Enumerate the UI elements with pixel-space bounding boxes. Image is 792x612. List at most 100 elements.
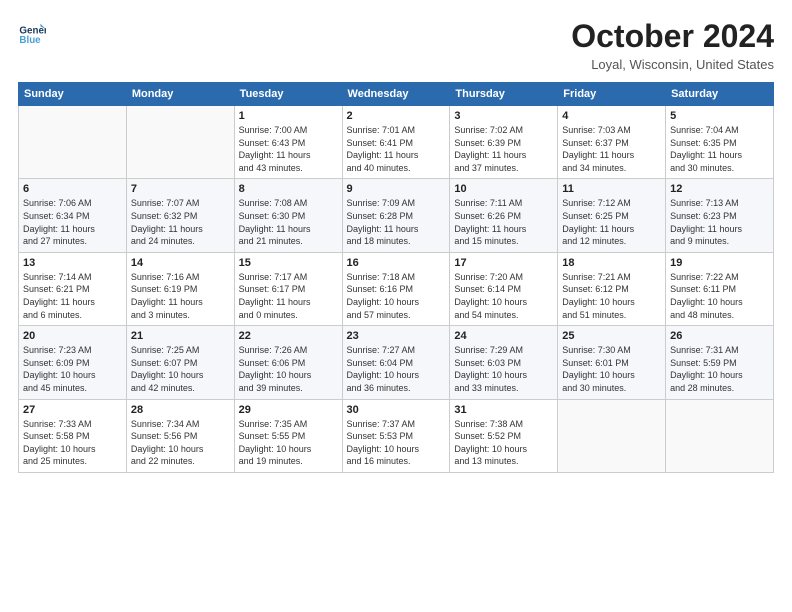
day-number: 13	[23, 257, 122, 269]
location: Loyal, Wisconsin, United States	[571, 57, 774, 72]
day-number: 6	[23, 183, 122, 195]
calendar-cell: 28 Sunrise: 7:34 AM Sunset: 5:56 PM Dayli…	[126, 399, 234, 472]
day-number: 3	[454, 110, 553, 122]
day-number: 16	[347, 257, 446, 269]
day-number: 27	[23, 404, 122, 416]
day-info: Sunrise: 7:06 AM Sunset: 6:34 PM Dayligh…	[23, 197, 122, 247]
calendar-cell	[666, 399, 774, 472]
page: General Blue October 2024 Loyal, Wiscons…	[0, 0, 792, 612]
day-number: 15	[239, 257, 338, 269]
calendar-cell: 9 Sunrise: 7:09 AM Sunset: 6:28 PM Daylig…	[342, 179, 450, 252]
day-number: 7	[131, 183, 230, 195]
day-info: Sunrise: 7:01 AM Sunset: 6:41 PM Dayligh…	[347, 124, 446, 174]
calendar-cell: 31Sunrise: 7:38 AM Sunset: 5:52 PM Dayli…	[450, 399, 558, 472]
calendar-cell: 17Sunrise: 7:20 AM Sunset: 6:14 PM Dayli…	[450, 252, 558, 325]
day-info: Sunrise: 7:02 AM Sunset: 6:39 PM Dayligh…	[454, 124, 553, 174]
week-row-5: 27 Sunrise: 7:33 AM Sunset: 5:58 PM Dayli…	[19, 399, 774, 472]
day-info: Sunrise: 7:12 AM Sunset: 6:25 PM Dayligh…	[562, 197, 661, 247]
day-info: Sunrise: 7:33 AM Sunset: 5:58 PM Dayligh…	[23, 418, 122, 468]
calendar-cell: 18 Sunrise: 7:21 AM Sunset: 6:12 PM Dayli…	[558, 252, 666, 325]
day-number: 11	[562, 183, 661, 195]
day-info: Sunrise: 7:35 AM Sunset: 5:55 PM Dayligh…	[239, 418, 338, 468]
day-number: 19	[670, 257, 769, 269]
day-info: Sunrise: 7:18 AM Sunset: 6:16 PM Dayligh…	[347, 271, 446, 321]
day-number: 4	[562, 110, 661, 122]
day-number: 28	[131, 404, 230, 416]
calendar-cell: 20 Sunrise: 7:23 AM Sunset: 6:09 PM Dayli…	[19, 326, 127, 399]
day-number: 9	[347, 183, 446, 195]
calendar-cell: 13Sunrise: 7:14 AM Sunset: 6:21 PM Dayli…	[19, 252, 127, 325]
logo-icon: General Blue	[18, 18, 46, 46]
calendar-cell: 5 Sunrise: 7:04 AM Sunset: 6:35 PM Daylig…	[666, 106, 774, 179]
weekday-header-row: SundayMondayTuesdayWednesdayThursdayFrid…	[19, 83, 774, 106]
day-number: 10	[454, 183, 553, 195]
calendar-cell: 24 Sunrise: 7:29 AM Sunset: 6:03 PM Dayli…	[450, 326, 558, 399]
day-info: Sunrise: 7:11 AM Sunset: 6:26 PM Dayligh…	[454, 197, 553, 247]
calendar-cell: 22Sunrise: 7:26 AM Sunset: 6:06 PM Dayli…	[234, 326, 342, 399]
svg-text:Blue: Blue	[19, 35, 41, 46]
week-row-3: 13Sunrise: 7:14 AM Sunset: 6:21 PM Dayli…	[19, 252, 774, 325]
day-number: 30	[347, 404, 446, 416]
day-number: 31	[454, 404, 553, 416]
weekday-header-wednesday: Wednesday	[342, 83, 450, 106]
weekday-header-monday: Monday	[126, 83, 234, 106]
day-info: Sunrise: 7:03 AM Sunset: 6:37 PM Dayligh…	[562, 124, 661, 174]
day-info: Sunrise: 7:07 AM Sunset: 6:32 PM Dayligh…	[131, 197, 230, 247]
weekday-header-saturday: Saturday	[666, 83, 774, 106]
day-number: 26	[670, 330, 769, 342]
day-info: Sunrise: 7:27 AM Sunset: 6:04 PM Dayligh…	[347, 344, 446, 394]
day-info: Sunrise: 7:23 AM Sunset: 6:09 PM Dayligh…	[23, 344, 122, 394]
title-area: October 2024 Loyal, Wisconsin, United St…	[571, 18, 774, 72]
week-row-4: 20 Sunrise: 7:23 AM Sunset: 6:09 PM Dayli…	[19, 326, 774, 399]
calendar-cell: 26 Sunrise: 7:31 AM Sunset: 5:59 PM Dayli…	[666, 326, 774, 399]
day-info: Sunrise: 7:21 AM Sunset: 6:12 PM Dayligh…	[562, 271, 661, 321]
calendar-cell: 23 Sunrise: 7:27 AM Sunset: 6:04 PM Dayli…	[342, 326, 450, 399]
calendar-cell: 21 Sunrise: 7:25 AM Sunset: 6:07 PM Dayli…	[126, 326, 234, 399]
day-number: 17	[454, 257, 553, 269]
calendar-cell: 1Sunrise: 7:00 AM Sunset: 6:43 PM Daylig…	[234, 106, 342, 179]
day-info: Sunrise: 7:30 AM Sunset: 6:01 PM Dayligh…	[562, 344, 661, 394]
calendar-cell: 27 Sunrise: 7:33 AM Sunset: 5:58 PM Dayli…	[19, 399, 127, 472]
day-info: Sunrise: 7:25 AM Sunset: 6:07 PM Dayligh…	[131, 344, 230, 394]
day-number: 5	[670, 110, 769, 122]
week-row-2: 6 Sunrise: 7:06 AM Sunset: 6:34 PM Daylig…	[19, 179, 774, 252]
day-number: 18	[562, 257, 661, 269]
header: General Blue October 2024 Loyal, Wiscons…	[18, 18, 774, 72]
day-info: Sunrise: 7:22 AM Sunset: 6:11 PM Dayligh…	[670, 271, 769, 321]
day-info: Sunrise: 7:26 AM Sunset: 6:06 PM Dayligh…	[239, 344, 338, 394]
day-info: Sunrise: 7:37 AM Sunset: 5:53 PM Dayligh…	[347, 418, 446, 468]
calendar-cell: 6 Sunrise: 7:06 AM Sunset: 6:34 PM Daylig…	[19, 179, 127, 252]
calendar-cell: 29Sunrise: 7:35 AM Sunset: 5:55 PM Dayli…	[234, 399, 342, 472]
day-number: 8	[239, 183, 338, 195]
weekday-header-sunday: Sunday	[19, 83, 127, 106]
day-number: 23	[347, 330, 446, 342]
day-info: Sunrise: 7:13 AM Sunset: 6:23 PM Dayligh…	[670, 197, 769, 247]
weekday-header-tuesday: Tuesday	[234, 83, 342, 106]
weekday-header-thursday: Thursday	[450, 83, 558, 106]
day-info: Sunrise: 7:04 AM Sunset: 6:35 PM Dayligh…	[670, 124, 769, 174]
day-info: Sunrise: 7:08 AM Sunset: 6:30 PM Dayligh…	[239, 197, 338, 247]
calendar: SundayMondayTuesdayWednesdayThursdayFrid…	[18, 82, 774, 473]
day-number: 12	[670, 183, 769, 195]
calendar-cell: 25Sunrise: 7:30 AM Sunset: 6:01 PM Dayli…	[558, 326, 666, 399]
day-info: Sunrise: 7:09 AM Sunset: 6:28 PM Dayligh…	[347, 197, 446, 247]
day-number: 1	[239, 110, 338, 122]
day-info: Sunrise: 7:34 AM Sunset: 5:56 PM Dayligh…	[131, 418, 230, 468]
day-number: 20	[23, 330, 122, 342]
day-number: 2	[347, 110, 446, 122]
calendar-cell	[126, 106, 234, 179]
day-info: Sunrise: 7:16 AM Sunset: 6:19 PM Dayligh…	[131, 271, 230, 321]
calendar-cell: 19 Sunrise: 7:22 AM Sunset: 6:11 PM Dayli…	[666, 252, 774, 325]
calendar-cell: 15Sunrise: 7:17 AM Sunset: 6:17 PM Dayli…	[234, 252, 342, 325]
calendar-cell: 8 Sunrise: 7:08 AM Sunset: 6:30 PM Daylig…	[234, 179, 342, 252]
calendar-cell: 4 Sunrise: 7:03 AM Sunset: 6:37 PM Daylig…	[558, 106, 666, 179]
calendar-cell: 11 Sunrise: 7:12 AM Sunset: 6:25 PM Dayli…	[558, 179, 666, 252]
calendar-cell: 30 Sunrise: 7:37 AM Sunset: 5:53 PM Dayli…	[342, 399, 450, 472]
calendar-cell: 12 Sunrise: 7:13 AM Sunset: 6:23 PM Dayli…	[666, 179, 774, 252]
day-number: 21	[131, 330, 230, 342]
day-info: Sunrise: 7:29 AM Sunset: 6:03 PM Dayligh…	[454, 344, 553, 394]
calendar-cell	[558, 399, 666, 472]
calendar-cell	[19, 106, 127, 179]
day-number: 24	[454, 330, 553, 342]
day-info: Sunrise: 7:31 AM Sunset: 5:59 PM Dayligh…	[670, 344, 769, 394]
